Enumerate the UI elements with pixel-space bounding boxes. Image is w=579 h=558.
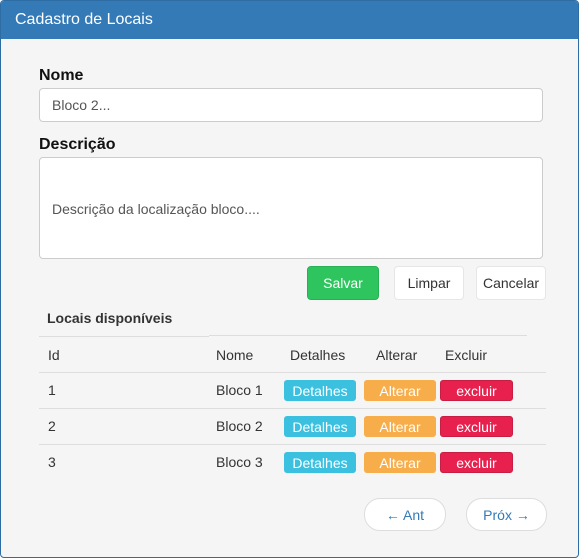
table-row: 3 Bloco 3 Detalhes Alterar excluir	[39, 444, 546, 480]
description-text: Descrição da localização bloco....	[52, 201, 260, 217]
save-button[interactable]: Salvar	[307, 266, 379, 300]
row-name: Bloco 1	[216, 382, 263, 398]
details-button[interactable]: Detalhes	[284, 452, 356, 473]
column-header-delete: Excluir	[445, 347, 488, 363]
column-header-details: Detalhes	[290, 347, 346, 363]
column-header-edit: Alterar	[376, 347, 418, 363]
description-textarea[interactable]: Descrição da localização bloco....	[39, 157, 543, 259]
tab-divider	[209, 335, 527, 336]
column-header-id: Id	[48, 347, 60, 363]
description-label: Descrição	[39, 136, 116, 153]
table-row: 2 Bloco 2 Detalhes Alterar excluir	[39, 408, 546, 444]
delete-button[interactable]: excluir	[440, 452, 513, 473]
cancel-button[interactable]: Cancelar	[476, 266, 546, 300]
row-id: 3	[48, 454, 56, 470]
delete-button[interactable]: excluir	[440, 416, 513, 437]
tab-available-locations-label: Locais disponíveis	[47, 310, 173, 326]
row-name: Bloco 3	[216, 454, 263, 470]
next-page-button[interactable]: Próx →	[466, 498, 547, 531]
details-button[interactable]: Detalhes	[284, 416, 356, 437]
tab-available-locations[interactable]: Locais disponíveis	[39, 306, 209, 337]
row-id: 1	[48, 382, 56, 398]
row-id: 2	[48, 418, 56, 434]
edit-button[interactable]: Alterar	[364, 416, 436, 437]
name-input[interactable]	[39, 88, 543, 122]
delete-button[interactable]: excluir	[440, 380, 513, 401]
previous-page-button[interactable]: ← Ant	[364, 498, 446, 531]
panel-title: Cadastro de Locais	[15, 11, 153, 28]
edit-button[interactable]: Alterar	[364, 452, 436, 473]
name-label: Nome	[39, 67, 84, 84]
panel-header: Cadastro de Locais	[1, 1, 578, 39]
column-header-name: Nome	[216, 347, 254, 363]
locations-panel: Cadastro de Locais Nome Descrição Descri…	[0, 0, 579, 558]
details-button[interactable]: Detalhes	[284, 380, 356, 401]
edit-button[interactable]: Alterar	[364, 380, 436, 401]
row-name: Bloco 2	[216, 418, 263, 434]
clear-button[interactable]: Limpar	[394, 266, 464, 300]
table-row: 1 Bloco 1 Detalhes Alterar excluir	[39, 372, 546, 408]
